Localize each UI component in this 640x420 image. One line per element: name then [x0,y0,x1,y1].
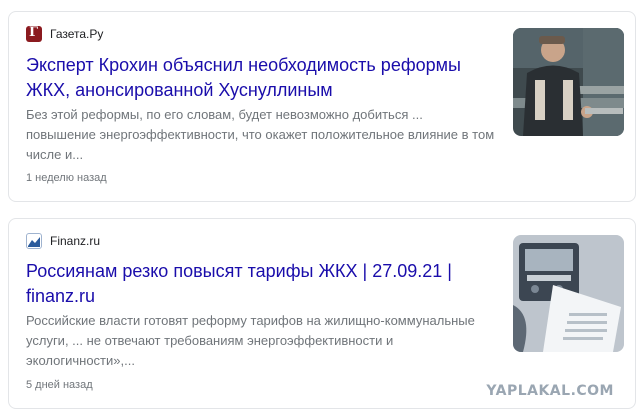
finanz-favicon-icon [26,233,42,249]
electric-meter-photo [513,235,624,352]
result-timestamp: 5 дней назад [26,379,93,391]
result-source[interactable]: Finanz.ru [26,233,100,249]
news-result-card[interactable]: Finanz.ru Россиянам резко повысят тарифы… [8,218,636,409]
result-source[interactable]: Газета.Ру [26,25,104,42]
result-snippet: Российские власти готовят реформу тарифо… [26,313,475,368]
result-snippet: Без этой реформы, по его словам, будет н… [26,107,495,162]
chart-icon [28,237,40,247]
news-result-card[interactable]: Газета.Ру Эксперт Крохин объяснил необхо… [8,11,636,202]
result-thumbnail[interactable] [513,235,624,352]
worker-pipes-photo [513,28,624,136]
result-title-link[interactable]: Эксперт Крохин объяснил необходимость ре… [26,53,496,103]
result-title-link[interactable]: Россиянам резко повысят тарифы ЖКХ | 27.… [26,259,496,309]
result-thumbnail[interactable] [513,28,624,136]
result-timestamp: 1 неделю назад [26,172,107,184]
gazeta-favicon-icon [26,25,42,42]
site-watermark: YAPLAKAL.COM [486,383,614,399]
source-name: Газета.Ру [50,27,104,41]
source-name: Finanz.ru [50,234,101,248]
